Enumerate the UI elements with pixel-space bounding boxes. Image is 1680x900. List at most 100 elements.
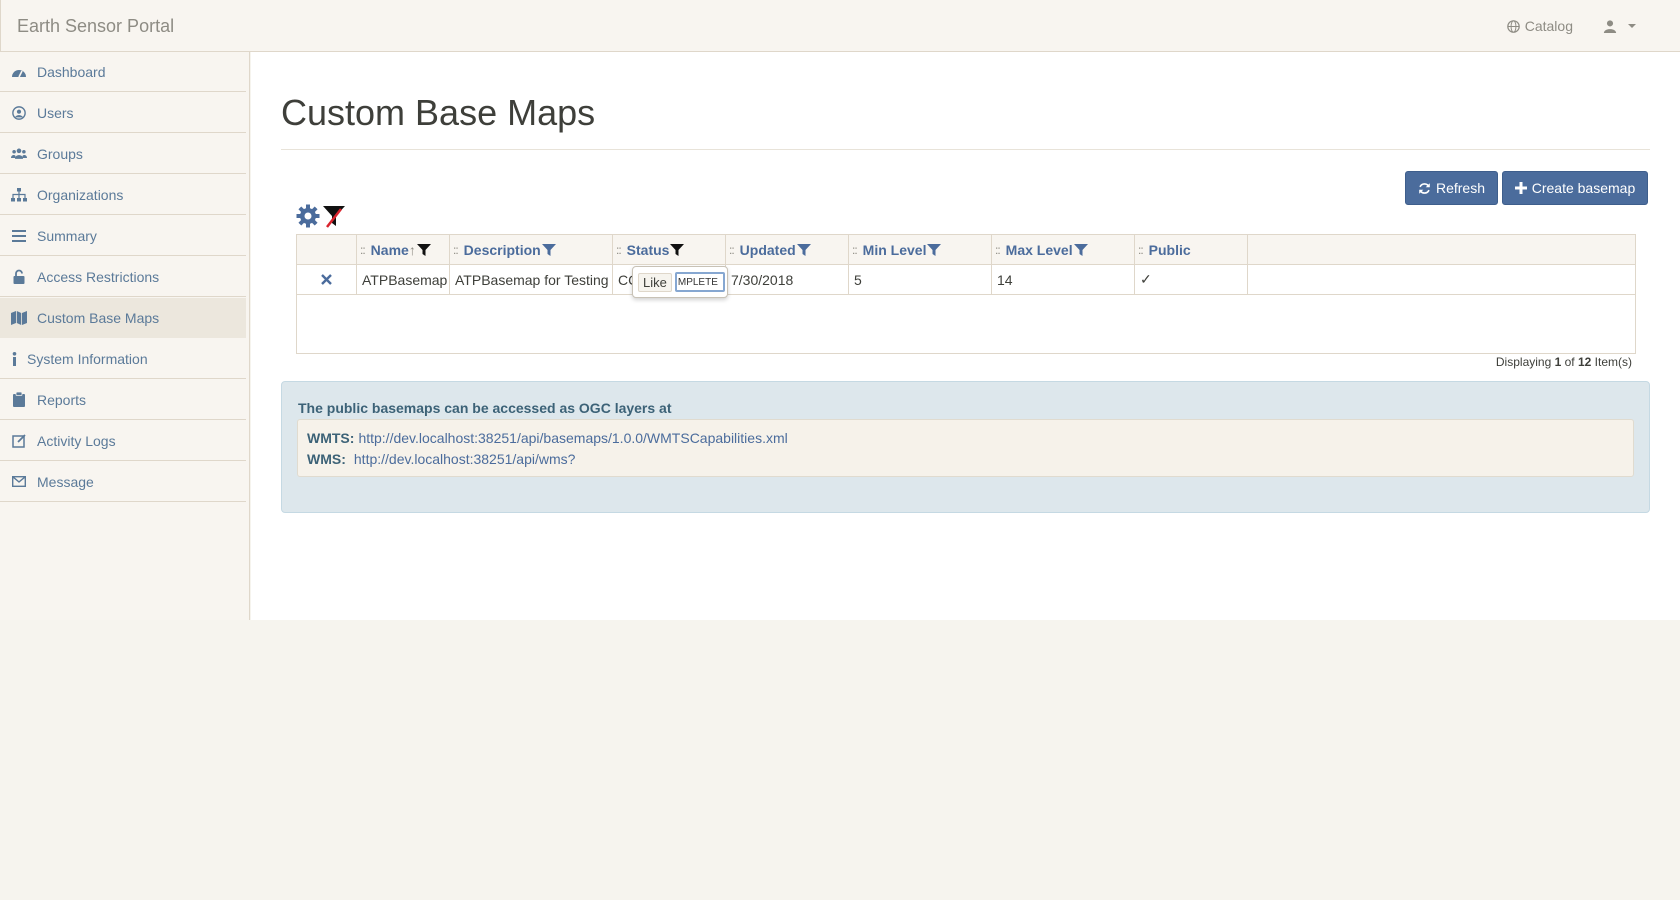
envelope-icon — [11, 474, 27, 490]
sidebar-item-message[interactable]: Message — [0, 462, 246, 502]
sidebar-item-label: Organizations — [37, 186, 124, 203]
grid-header: :: Name ↑ :: Description :: Status :: Up… — [297, 235, 1635, 265]
map-icon — [11, 310, 27, 326]
sidebar-item-label: Groups — [37, 145, 83, 162]
filter-icon[interactable] — [927, 243, 942, 257]
basemap-grid: :: Name ↑ :: Description :: Status :: Up… — [296, 234, 1636, 354]
column-header-updated[interactable]: :: Updated — [726, 235, 849, 265]
cell-public: ✓ — [1135, 265, 1248, 294]
column-header-max-level[interactable]: :: Max Level — [992, 235, 1135, 265]
wmts-url[interactable]: http://dev.localhost:38251/api/basemaps/… — [358, 430, 787, 446]
list-icon — [11, 228, 27, 244]
wmts-label: WMTS: — [307, 430, 355, 446]
sidebar-item-reports[interactable]: Reports — [0, 380, 246, 420]
sidebar-item-activity-logs[interactable]: Activity Logs — [0, 421, 246, 461]
top-navbar: Earth Sensor Portal Catalog — [0, 0, 1680, 52]
refresh-label: Refresh — [1435, 180, 1486, 196]
catalog-link[interactable]: Catalog — [1506, 18, 1573, 34]
sidebar-item-organizations[interactable]: Organizations — [0, 175, 246, 215]
sidebar-item-summary[interactable]: Summary — [0, 216, 246, 256]
cell-updated: 7/30/2018 — [726, 265, 849, 294]
column-header-label: Public — [1148, 242, 1191, 258]
delete-icon[interactable] — [321, 274, 332, 285]
users-icon — [11, 146, 27, 162]
column-header-description[interactable]: :: Description — [450, 235, 613, 265]
globe-icon — [1506, 19, 1520, 33]
sidebar-item-system-information[interactable]: System Information — [0, 339, 246, 379]
display-prefix: Displaying — [1495, 355, 1555, 369]
user-icon — [1603, 20, 1617, 33]
cell-min-level: 5 — [849, 265, 992, 294]
cell-name: ATPBasemap — [357, 265, 450, 294]
column-header-label: Updated — [739, 242, 796, 258]
column-header-label: Description — [463, 242, 541, 258]
column-header-label: Min Level — [862, 242, 927, 258]
sidebar: Dashboard Users Groups Organizations Sum… — [0, 52, 250, 620]
sidebar-item-label: Activity Logs — [37, 432, 116, 449]
sidebar-item-access-restrictions[interactable]: Access Restrictions — [0, 257, 246, 297]
dashboard-icon — [11, 64, 27, 80]
sidebar-item-label: Reports — [37, 391, 87, 408]
create-basemap-button[interactable]: Create basemap — [1502, 171, 1648, 205]
status-filter-input[interactable] — [674, 272, 725, 292]
sidebar-item-label: System Information — [27, 350, 148, 367]
gear-icon[interactable] — [296, 204, 320, 228]
user-menu[interactable] — [1603, 19, 1636, 33]
refresh-icon — [1419, 182, 1430, 194]
column-header-min-level[interactable]: :: Min Level — [849, 235, 992, 265]
drag-handle-icon[interactable]: :: — [995, 243, 1001, 257]
wms-url[interactable]: http://dev.localhost:38251/api/wms? — [354, 451, 576, 467]
navbar-right: Catalog — [1506, 18, 1636, 34]
column-header-label: Status — [626, 242, 670, 258]
sort-ascending-icon: ↑ — [408, 242, 416, 258]
title-divider — [281, 149, 1650, 150]
status-filter-popup: Like — [632, 266, 728, 298]
catalog-label: Catalog — [1524, 18, 1573, 34]
filter-icon[interactable] — [416, 243, 431, 257]
table-row[interactable]: ATPBasemap ATPBasemap for Testing CC 7/3… — [297, 265, 1635, 295]
ogc-info-panel: The public basemaps can be accessed as O… — [281, 381, 1650, 513]
edit-icon — [11, 433, 27, 449]
display-mid: of — [1561, 355, 1578, 369]
drag-handle-icon[interactable]: :: — [1138, 243, 1144, 257]
filter-icon[interactable] — [541, 243, 556, 257]
sidebar-item-label: Users — [37, 104, 74, 121]
filter-icon[interactable] — [796, 243, 811, 257]
display-suffix: Item(s) — [1591, 355, 1632, 369]
grid-toolbar — [296, 204, 346, 228]
filter-icon[interactable] — [670, 243, 685, 257]
drag-handle-icon[interactable]: :: — [616, 243, 622, 257]
sidebar-item-dashboard[interactable]: Dashboard — [0, 52, 246, 92]
wms-line: WMS: http://dev.localhost:38251/api/wms? — [307, 451, 575, 467]
wmts-line: WMTS: http://dev.localhost:38251/api/base… — [307, 430, 788, 446]
column-header-public[interactable]: :: Public — [1135, 235, 1248, 265]
sidebar-item-custom-base-maps[interactable]: Custom Base Maps — [0, 298, 246, 338]
chevron-down-icon — [1628, 24, 1636, 28]
create-basemap-label: Create basemap — [1531, 180, 1636, 196]
column-header-status[interactable]: :: Status — [613, 235, 726, 265]
sidebar-item-label: Access Restrictions — [37, 268, 160, 285]
sidebar-item-users[interactable]: Users — [0, 93, 246, 133]
filter-icon[interactable] — [1073, 243, 1088, 257]
drag-handle-icon[interactable]: :: — [360, 243, 366, 257]
plus-icon — [1514, 182, 1527, 194]
drag-handle-icon[interactable]: :: — [453, 243, 459, 257]
pagination-summary: Displaying 1 of 12 Item(s) — [1496, 355, 1632, 369]
column-header-actions — [297, 235, 357, 265]
sidebar-item-groups[interactable]: Groups — [0, 134, 246, 174]
cell-description: ATPBasemap for Testing — [450, 265, 613, 294]
column-header-name[interactable]: :: Name ↑ — [357, 235, 450, 265]
column-header-label: Name — [370, 242, 409, 258]
filter-operator-label[interactable]: Like — [638, 272, 672, 292]
ogc-endpoints-box: WMTS: http://dev.localhost:38251/api/base… — [297, 419, 1634, 477]
drag-handle-icon[interactable]: :: — [852, 243, 858, 257]
column-header-label: Max Level — [1005, 242, 1073, 258]
refresh-button[interactable]: Refresh — [1405, 171, 1498, 205]
drag-handle-icon[interactable]: :: — [729, 243, 735, 257]
cell-max-level: 14 — [992, 265, 1135, 294]
display-total: 12 — [1577, 355, 1592, 369]
sidebar-item-label: Dashboard — [37, 63, 106, 80]
delete-row-cell — [297, 265, 357, 294]
brand-title[interactable]: Earth Sensor Portal — [17, 16, 174, 37]
clear-filter-icon[interactable] — [322, 204, 346, 228]
